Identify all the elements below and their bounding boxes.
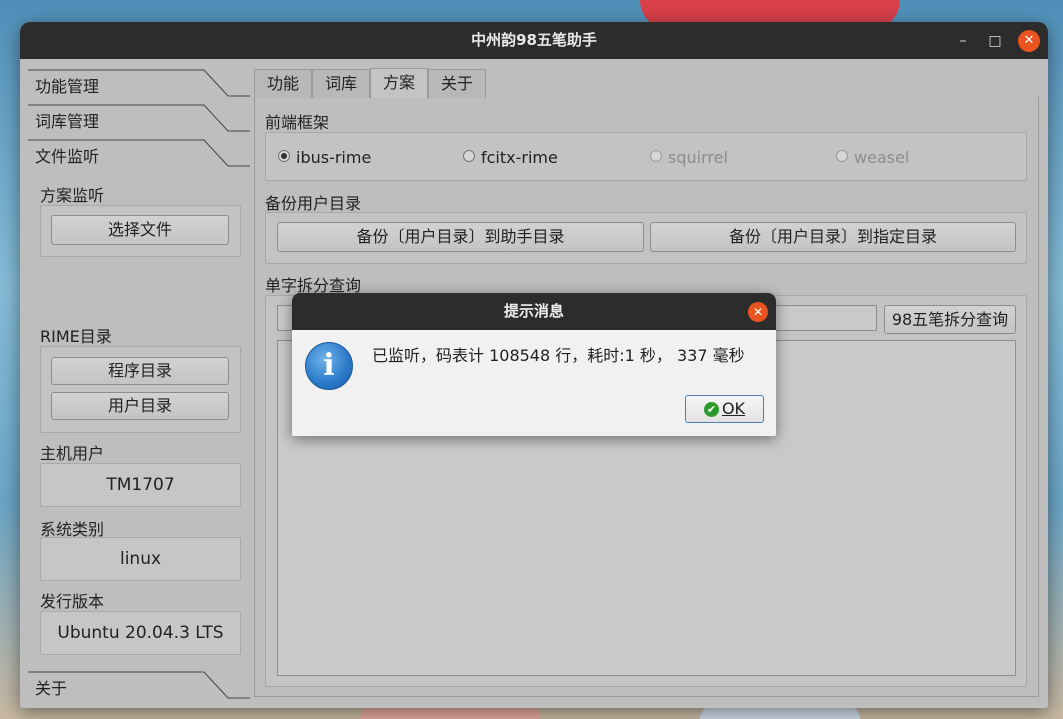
- dialog-message: 已监听，码表计 108548 行，耗时:1 秒， 337 毫秒: [372, 346, 745, 365]
- tab-about[interactable]: 关于: [428, 69, 486, 98]
- radio-label: squirrel: [668, 148, 728, 167]
- radio-weasel: weasel: [836, 148, 909, 167]
- sidebar-item-label: 词库管理: [35, 112, 100, 131]
- backup-to-custom-button[interactable]: 备份〔用户目录〕到指定目录: [650, 222, 1016, 252]
- sidebar-item-label: 关于: [35, 679, 68, 698]
- check-icon: ✔: [703, 402, 719, 417]
- title-bar: 中州韵98五笔助手 – □ ✕: [20, 22, 1048, 59]
- close-button[interactable]: ✕: [1018, 30, 1040, 52]
- radio-unchecked-icon: [650, 150, 662, 162]
- radio-label: ibus-rime: [296, 148, 372, 167]
- radio-unchecked-icon: [836, 150, 848, 162]
- dialog-close-button[interactable]: ✕: [748, 302, 768, 322]
- sidebar-item-about[interactable]: 关于: [28, 668, 250, 702]
- radio-label: fcitx-rime: [481, 148, 558, 167]
- sidebar-item-label: 文件监听: [35, 147, 100, 166]
- frontend-group: [265, 132, 1027, 181]
- scheme-monitor-label: 方案监听: [40, 186, 105, 205]
- sidebar-item-dictionary[interactable]: 词库管理: [28, 101, 250, 135]
- window-title: 中州韵98五笔助手: [471, 31, 597, 49]
- radio-checked-icon: [278, 150, 290, 162]
- radio-fcitx-rime[interactable]: fcitx-rime: [463, 148, 558, 167]
- ok-label: OK: [721, 399, 746, 418]
- tab-dictionary[interactable]: 词库: [312, 69, 370, 98]
- info-icon: i: [305, 342, 353, 390]
- radio-label: weasel: [854, 148, 910, 167]
- ok-button[interactable]: ✔ OK: [685, 395, 764, 423]
- split-query-button[interactable]: 98五笔拆分查询: [884, 305, 1016, 334]
- tab-function[interactable]: 功能: [254, 69, 312, 98]
- user-dir-button[interactable]: 用户目录: [51, 392, 229, 420]
- release-value: Ubuntu 20.04.3 LTS: [40, 611, 241, 655]
- sidebar-item-label: 功能管理: [35, 77, 100, 96]
- select-file-button[interactable]: 选择文件: [51, 215, 229, 245]
- program-dir-button[interactable]: 程序目录: [51, 357, 229, 385]
- rime-dir-label: RIME目录: [40, 327, 112, 346]
- release-label: 发行版本: [40, 592, 105, 611]
- tab-scheme[interactable]: 方案: [370, 68, 428, 98]
- host-user-value: TM1707: [40, 463, 241, 507]
- radio-ibus-rime[interactable]: ibus-rime: [278, 148, 371, 167]
- minimize-button[interactable]: –: [952, 30, 974, 52]
- maximize-button[interactable]: □: [984, 30, 1006, 52]
- backup-to-helper-button[interactable]: 备份〔用户目录〕到助手目录: [277, 222, 644, 252]
- host-user-label: 主机用户: [40, 444, 105, 463]
- message-dialog: 提示消息 ✕ i 已监听，码表计 108548 行，耗时:1 秒， 337 毫秒…: [292, 293, 776, 436]
- backup-label: 备份用户目录: [265, 194, 362, 213]
- dialog-title: 提示消息: [292, 293, 776, 330]
- system-type-value: linux: [40, 537, 241, 581]
- radio-unchecked-icon: [463, 150, 475, 162]
- sidebar-item-file-monitor[interactable]: 文件监听: [28, 136, 250, 170]
- sidebar-item-function[interactable]: 功能管理: [28, 66, 250, 100]
- radio-squirrel: squirrel: [650, 148, 728, 167]
- frontend-label: 前端框架: [265, 113, 330, 132]
